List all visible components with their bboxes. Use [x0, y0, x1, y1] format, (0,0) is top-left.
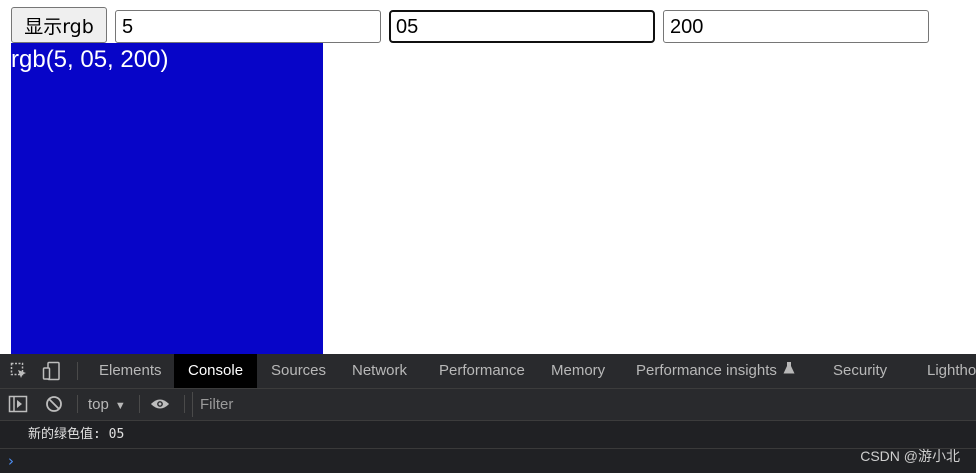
- inspect-element-icon[interactable]: [9, 361, 29, 381]
- tab-elements[interactable]: Elements: [99, 354, 162, 388]
- toolbar-divider-3: [184, 395, 185, 413]
- context-selector[interactable]: top ▼: [88, 389, 126, 420]
- device-toolbar-icon[interactable]: [42, 361, 62, 381]
- watermark: CSDN @游小北: [860, 448, 960, 464]
- filter-input[interactable]: Filter: [192, 392, 976, 417]
- eye-icon[interactable]: [150, 394, 170, 414]
- dropdown-caret-icon: ▼: [114, 400, 126, 412]
- tab-sources[interactable]: Sources: [271, 354, 326, 388]
- tab-performance-insights-label: Performance insights: [636, 362, 777, 379]
- rgb-label: rgb(5, 05, 200): [11, 46, 169, 73]
- blue-input[interactable]: [663, 10, 929, 43]
- show-rgb-button[interactable]: 显示rgb: [11, 7, 107, 43]
- green-input[interactable]: [389, 10, 655, 43]
- tab-performance-insights[interactable]: Performance insights: [636, 354, 795, 388]
- flask-icon: [783, 354, 795, 388]
- color-preview-box: rgb(5, 05, 200): [11, 43, 323, 354]
- tab-memory[interactable]: Memory: [551, 354, 605, 388]
- devtools-tabbar: Elements Console Sources Network Perform…: [0, 354, 976, 389]
- tab-lighthouse[interactable]: Lighthouse: [927, 354, 976, 388]
- context-label: top: [88, 396, 109, 413]
- tab-security[interactable]: Security: [833, 354, 887, 388]
- prompt-chevron-icon[interactable]: ›: [8, 452, 14, 470]
- console-toolbar: top ▼ Filter: [0, 389, 976, 421]
- tab-network[interactable]: Network: [352, 354, 407, 388]
- console-log-message: 新的绿色值: 05: [0, 421, 976, 449]
- tab-console[interactable]: Console: [174, 354, 258, 388]
- toolbar-divider-2: [139, 395, 140, 413]
- page: 显示rgb rgb(5, 05, 200) Elements Console: [0, 0, 976, 473]
- toolbar-divider: [77, 395, 78, 413]
- tab-performance[interactable]: Performance: [439, 354, 525, 388]
- clear-console-icon[interactable]: [44, 394, 64, 414]
- tabbar-divider: [77, 362, 78, 380]
- red-input[interactable]: [115, 10, 381, 43]
- devtools-panel: Elements Console Sources Network Perform…: [0, 354, 976, 473]
- sidebar-toggle-icon[interactable]: [8, 394, 28, 414]
